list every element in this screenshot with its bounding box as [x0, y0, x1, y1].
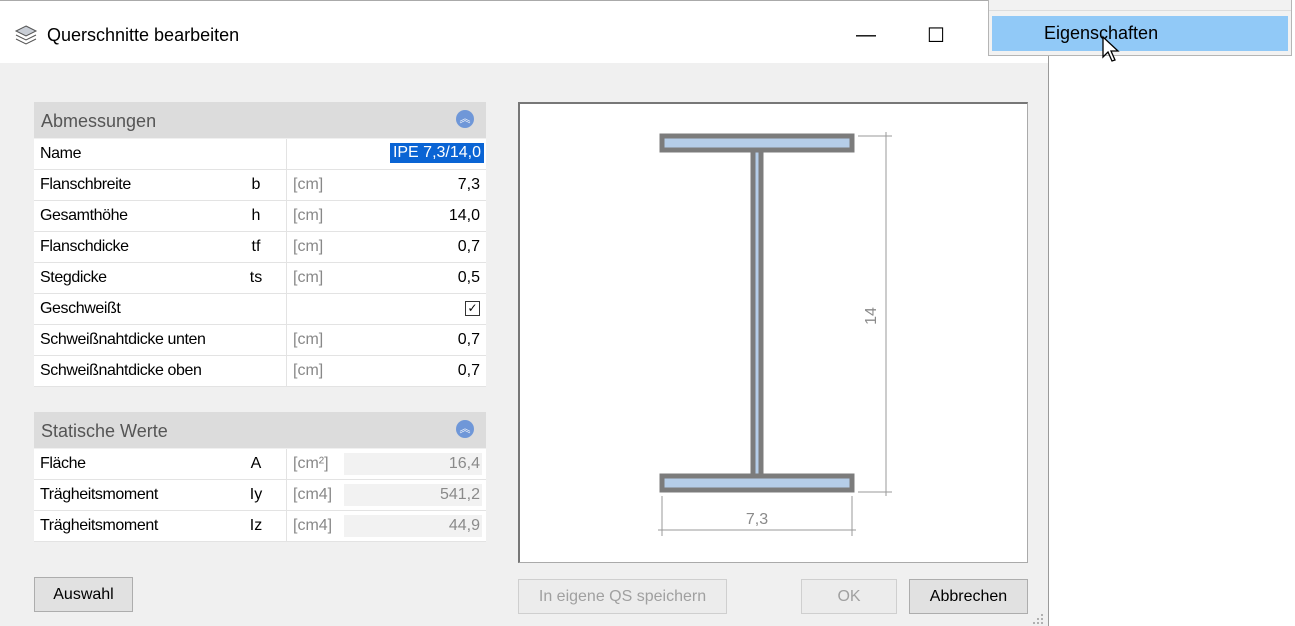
save-to-own-sections-button[interactable]: In eigene QS speichern — [518, 579, 727, 614]
row-value: 541,2 — [439, 486, 480, 503]
row-value: 16,4 — [448, 455, 480, 472]
chevron-up-circle-icon[interactable]: ︽ — [456, 110, 474, 128]
row-unit: [cm²] — [293, 455, 329, 472]
row-symbol: b — [251, 176, 261, 193]
row-value: 44,9 — [448, 517, 480, 534]
row-label: Flanschdicke — [40, 238, 129, 255]
width-dimension-label: 7,3 — [746, 511, 768, 528]
row-unit: [cm] — [293, 331, 324, 348]
row-symbol: ts — [249, 269, 263, 286]
row-label: Stegdicke — [40, 269, 107, 286]
layers-icon — [14, 25, 38, 45]
row-geschweisst[interactable]: Geschweißt ✓ — [34, 294, 486, 325]
row-flaeche[interactable]: Fläche A [cm²] 16,4 — [34, 449, 486, 480]
auswahl-button[interactable]: Auswahl — [34, 577, 133, 612]
context-menu-item-eigenschaften[interactable]: Eigenschaften — [992, 16, 1288, 51]
name-input[interactable]: IPE 7,3/14,0 — [389, 143, 484, 163]
row-unit: [cm] — [293, 176, 324, 193]
maximize-button[interactable]: ☐ — [913, 15, 959, 55]
dialog-window: Querschnitte bearbeiten — ☐ Abmessungen … — [0, 0, 1049, 626]
i-beam-drawing: 14 7,3 — [658, 132, 892, 536]
context-menu: Eigenschaften — [988, 0, 1292, 56]
mouse-pointer-icon — [1102, 35, 1120, 62]
context-menu-item-previous[interactable] — [989, 0, 1291, 11]
row-flanschbreite[interactable]: Flanschbreite b [cm] 7,3 — [34, 170, 486, 201]
row-label: Schweißnahtdicke oben — [40, 362, 202, 379]
row-label: Geschweißt — [40, 300, 121, 317]
row-label: Trägheitsmoment — [40, 486, 158, 503]
row-symbol: tf — [251, 238, 261, 255]
row-symbol: Iz — [249, 517, 263, 534]
row-unit: [cm] — [293, 238, 324, 255]
category-label: Statische Werte — [41, 421, 168, 441]
row-gesamthoehe[interactable]: Gesamthöhe h [cm] 14,0 — [34, 201, 486, 232]
row-value[interactable]: 0,7 — [458, 331, 480, 349]
row-schweissnaht-oben[interactable]: Schweißnahtdicke oben [cm] 0,7 — [34, 356, 486, 387]
row-label: Flanschbreite — [40, 176, 131, 193]
row-unit: [cm] — [293, 362, 324, 379]
row-schweissnaht-unten[interactable]: Schweißnahtdicke unten [cm] 0,7 — [34, 325, 486, 356]
chevron-up-circle-icon[interactable]: ︽ — [456, 420, 474, 438]
category-label: Abmessungen — [41, 111, 157, 131]
minimize-button[interactable]: — — [843, 15, 889, 55]
category-abmessungen[interactable]: Abmessungen ︽ — [34, 102, 486, 138]
row-unit: [cm] — [293, 269, 324, 286]
row-value[interactable]: 14,0 — [449, 207, 480, 225]
row-label: Trägheitsmoment — [40, 517, 158, 534]
row-traegheit-iz[interactable]: Trägheitsmoment Iz [cm4] 44,9 — [34, 511, 486, 542]
row-label: Name — [40, 145, 82, 162]
category-statische-werte[interactable]: Statische Werte ︽ — [34, 412, 486, 448]
row-symbol: A — [250, 455, 262, 472]
row-symbol: Iy — [249, 486, 263, 503]
row-value[interactable]: 0,5 — [458, 269, 480, 287]
row-label: Gesamthöhe — [40, 207, 128, 224]
row-name[interactable]: Name IPE 7,3/14,0 — [34, 139, 486, 170]
cancel-button[interactable]: Abbrechen — [909, 579, 1028, 614]
title-bar[interactable]: Querschnitte bearbeiten — ☐ — [0, 1, 1048, 63]
row-label: Schweißnahtdicke unten — [40, 331, 206, 348]
resize-grip-icon[interactable] — [1032, 613, 1044, 625]
row-flanschdicke[interactable]: Flanschdicke tf [cm] 0,7 — [34, 232, 486, 263]
row-unit: [cm4] — [293, 517, 333, 534]
row-value[interactable]: 0,7 — [458, 238, 480, 256]
row-unit: [cm] — [293, 207, 324, 224]
row-unit: [cm4] — [293, 486, 333, 503]
row-label: Fläche — [40, 455, 86, 472]
row-traegheit-iy[interactable]: Trägheitsmoment Iy [cm4] 541,2 — [34, 480, 486, 511]
row-value[interactable]: 7,3 — [458, 176, 480, 194]
cross-section-preview: 14 7,3 — [518, 102, 1028, 563]
row-value[interactable]: 0,7 — [458, 362, 480, 380]
height-dimension-label: 14 — [863, 307, 880, 325]
ok-button[interactable]: OK — [801, 579, 897, 614]
property-grid: Abmessungen ︽ Name IPE 7,3/14,0 Flanschb… — [34, 102, 486, 567]
row-stegdicke[interactable]: Stegdicke ts [cm] 0,5 — [34, 263, 486, 294]
row-symbol: h — [251, 207, 261, 224]
web — [750, 147, 764, 479]
geschweisst-checkbox[interactable]: ✓ — [465, 301, 480, 316]
window-title: Querschnitte bearbeiten — [47, 25, 240, 45]
